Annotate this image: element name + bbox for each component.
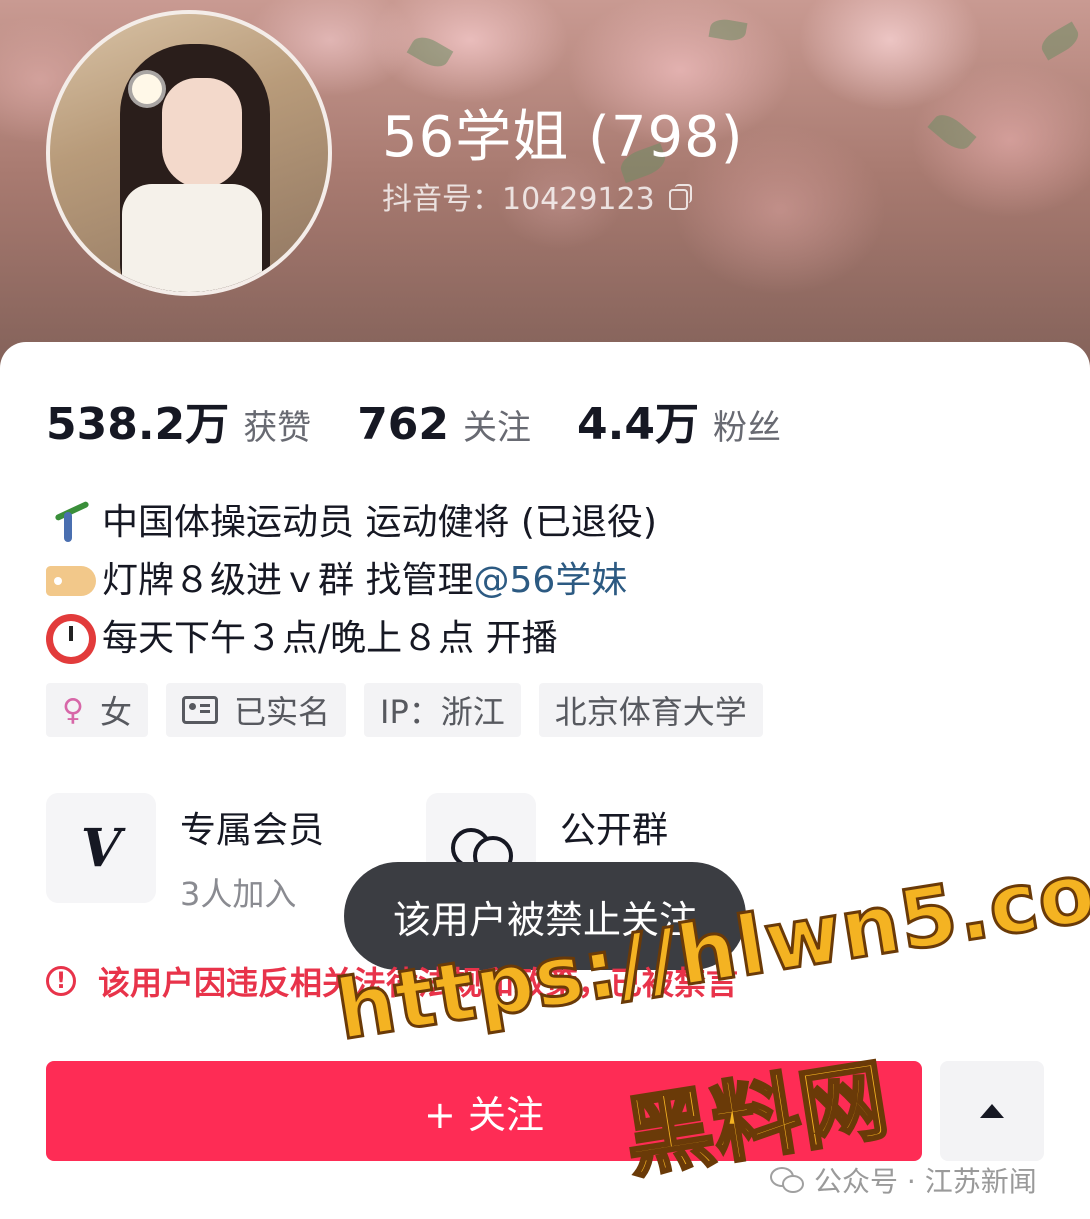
profile-name: 56学姐 (798): [382, 105, 744, 170]
mention-link[interactable]: @56学妹: [473, 552, 627, 610]
more-button[interactable]: [940, 1061, 1044, 1161]
alarm-clock-icon: [46, 614, 96, 664]
leaf-decoration: [406, 31, 454, 73]
member-count: 3人加入: [180, 875, 297, 913]
following-label[interactable]: 关注: [463, 400, 531, 449]
followers-count[interactable]: 4.4万: [577, 388, 699, 452]
following-count[interactable]: 762: [357, 399, 449, 450]
exclamation-icon: !: [46, 966, 76, 996]
wechat-source-mark: 公众号 · 江苏新闻: [770, 1160, 1037, 1200]
label-tag-icon: [46, 566, 96, 596]
likes-label: 获赞: [243, 408, 312, 448]
profile-tags: ♀ 女 已实名 IP：浙江 北京体育大学: [46, 683, 763, 737]
id-card-icon: [182, 696, 218, 724]
leaf-decoration: [927, 108, 977, 156]
stats-row: 538.2万 获赞 762 关注 4.4万 粉丝: [46, 388, 827, 452]
verified-tag: 已实名: [166, 683, 347, 737]
member-entry[interactable]: V 专属会员 3人加入: [46, 793, 324, 915]
wechat-source-text: 公众号 · 江苏新闻: [814, 1165, 1037, 1198]
bio-line: 中国体操运动员 运动健将 (已退役): [46, 494, 657, 552]
avatar[interactable]: [46, 10, 332, 296]
gender-tag: ♀ 女: [46, 683, 148, 737]
bio-text: 每天下午３点/晚上８点 开播: [102, 618, 558, 659]
likes-count: 538.2万: [46, 399, 230, 450]
bio-text: 灯牌８级进ｖ群 找管理: [102, 560, 474, 601]
vip-icon: V: [46, 793, 156, 903]
verified-text: 已实名: [234, 693, 331, 731]
gymnast-icon: [46, 498, 96, 548]
leaf-decoration: [708, 17, 748, 43]
wechat-icon: [770, 1167, 804, 1193]
female-icon: ♀: [62, 692, 84, 728]
bio-line: 每天下午３点/晚上８点 开播: [46, 610, 657, 668]
caret-up-icon: [980, 1104, 1004, 1118]
followers-label[interactable]: 粉丝: [713, 400, 781, 449]
school-text: 北京体育大学: [554, 693, 747, 731]
member-title: 专属会员: [180, 810, 325, 851]
school-tag[interactable]: 北京体育大学: [538, 683, 763, 737]
gender-text: 女: [99, 693, 132, 731]
vip-glyph: V: [80, 817, 122, 879]
ip-text: IP：浙江: [380, 693, 505, 731]
group-title: 公开群: [560, 810, 669, 851]
leaf-decoration: [1037, 21, 1083, 61]
douyin-id[interactable]: 抖音号：10429123: [382, 174, 693, 218]
bio-text: 中国体操运动员 运动健将 (已退役): [102, 502, 657, 543]
ip-tag: IP：浙江: [364, 683, 521, 737]
bio-line: 灯牌８级进ｖ群 找管理 @56学妹: [46, 552, 657, 610]
bio: 中国体操运动员 运动健将 (已退役) 灯牌８级进ｖ群 找管理 @56学妹 每天下…: [46, 494, 657, 668]
douyin-id-text: 抖音号：10429123: [382, 182, 655, 217]
copy-icon[interactable]: [668, 184, 693, 210]
